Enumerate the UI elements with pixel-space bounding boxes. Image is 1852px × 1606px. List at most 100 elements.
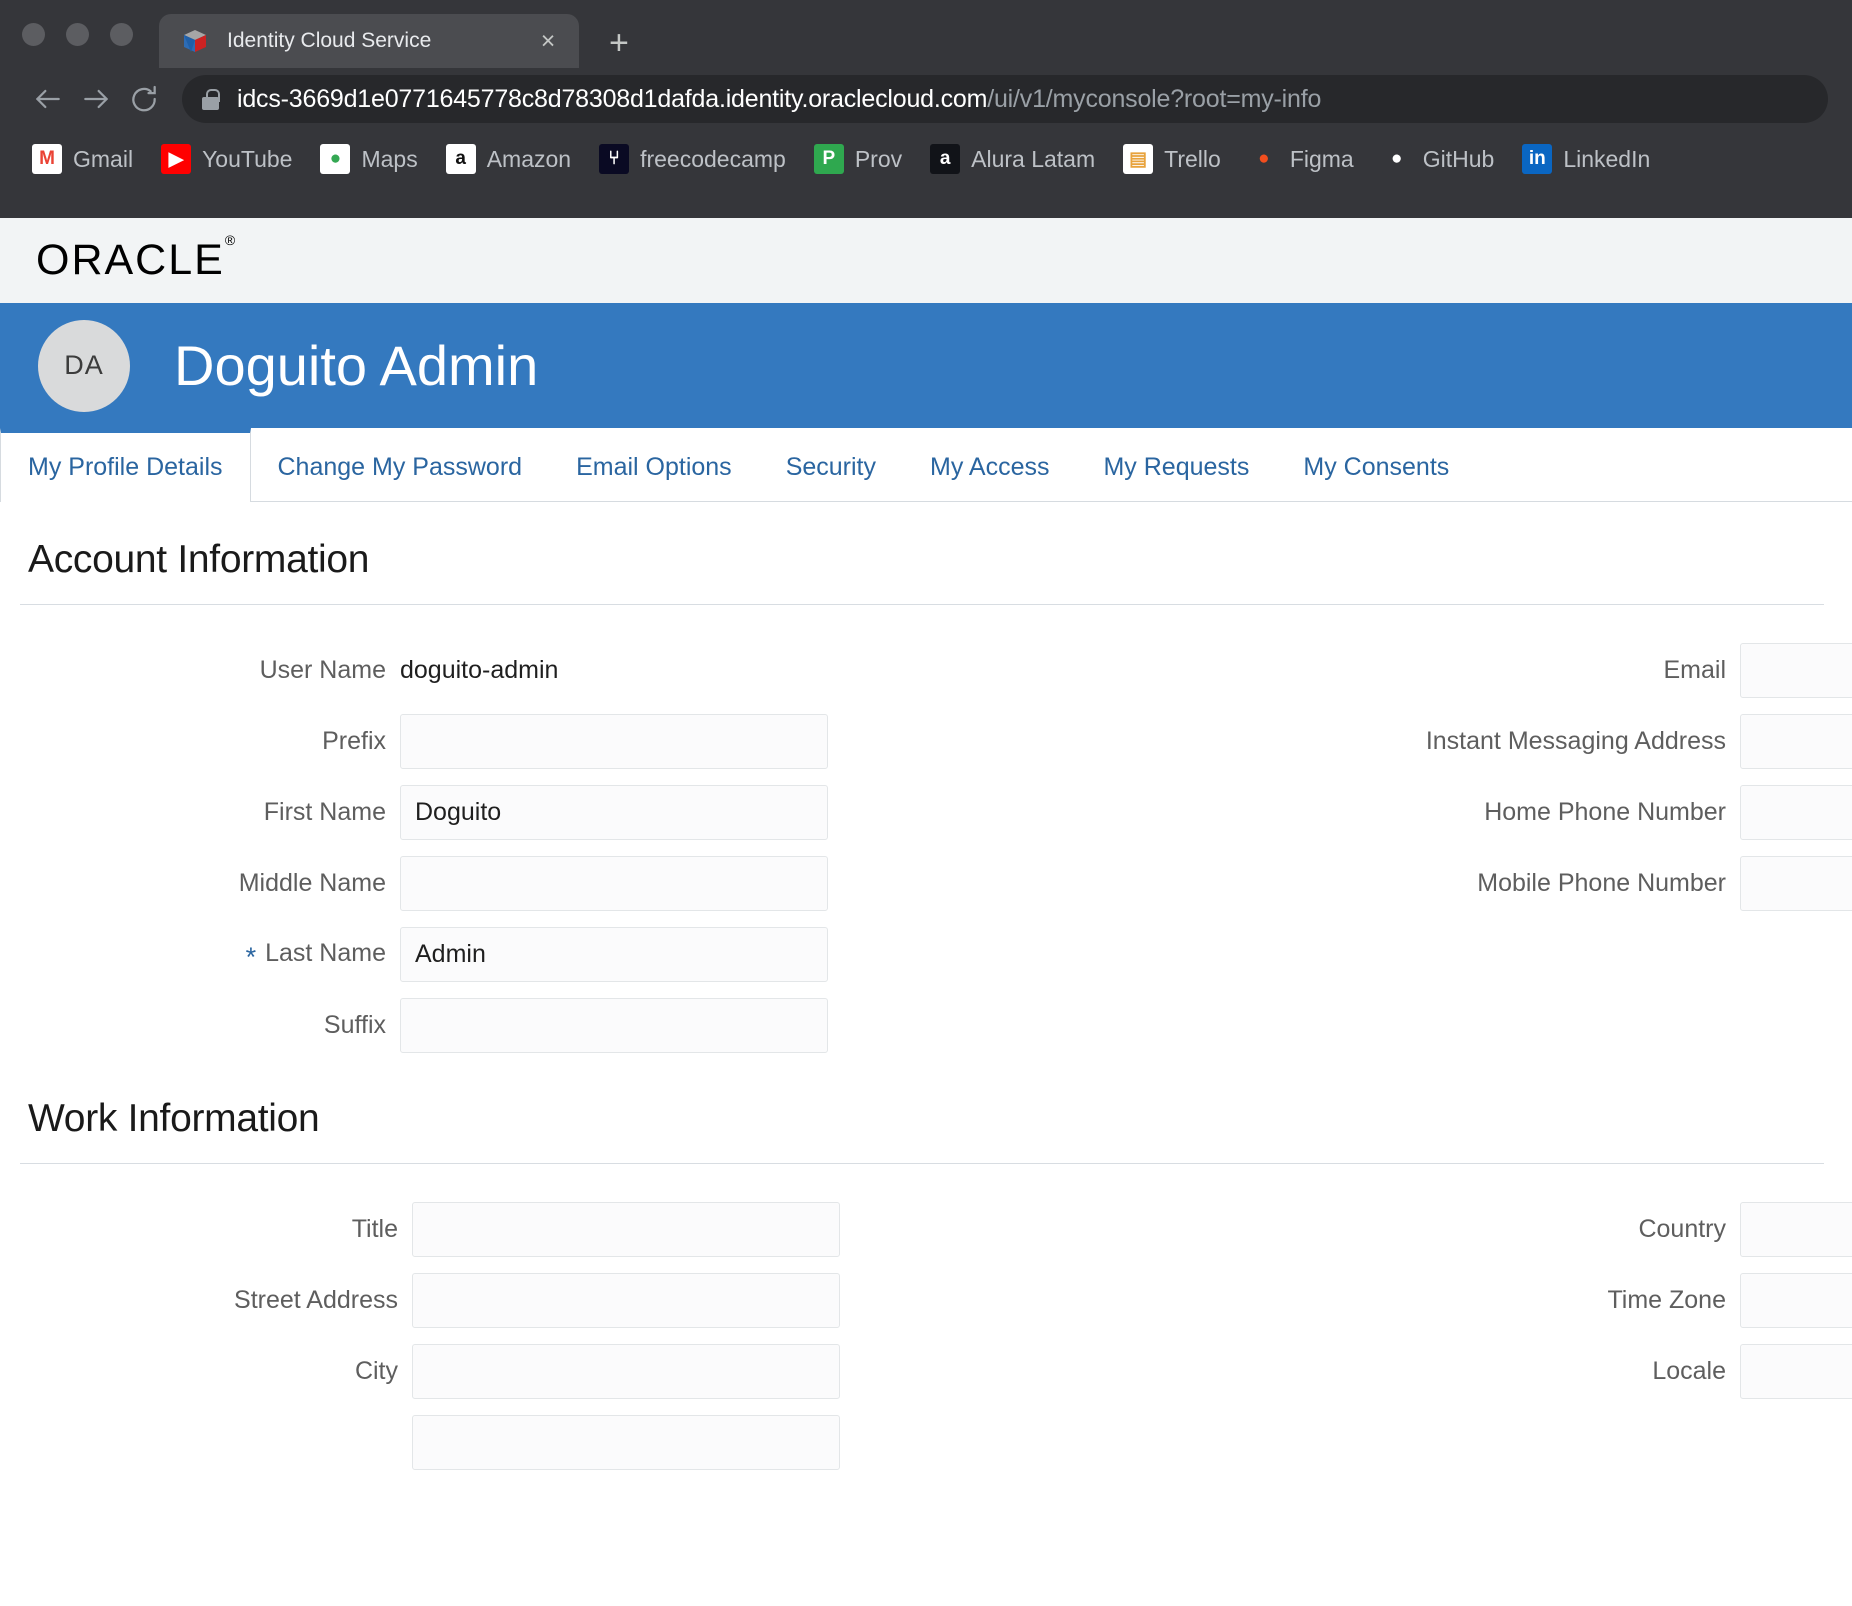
bookmark-youtube[interactable]: ▶ YouTube [147, 137, 306, 181]
field-group: Locale [1576, 1344, 1852, 1399]
input-email[interactable] [1740, 643, 1852, 698]
label-locale: Locale [1652, 1357, 1726, 1385]
input-country[interactable] [1740, 1202, 1852, 1257]
tab-label: Change My Password [277, 452, 523, 481]
tab-label: My Requests [1103, 452, 1250, 481]
label-home-phone-number: Home Phone Number [1484, 798, 1726, 826]
bookmark-trello[interactable]: ▤ Trello [1109, 137, 1235, 181]
bookmark-figma[interactable]: ● Figma [1235, 137, 1368, 181]
bookmark-label: Prov [854, 145, 903, 172]
minimize-window-button[interactable] [66, 22, 89, 46]
bookmark-maps[interactable]: ● Maps [306, 137, 431, 181]
address-bar[interactable]: idcs-3669d1e0771645778c8d78308d1dafda.id… [182, 75, 1828, 123]
value-user-name: doguito-admin [400, 656, 559, 684]
input-field-3[interactable] [412, 1415, 840, 1470]
browser-tab[interactable]: Identity Cloud Service × [159, 14, 579, 68]
form-row-title: Title [0, 1194, 926, 1265]
bookmark-label: GitHub [1422, 145, 1495, 172]
google-maps-icon: ● [320, 144, 351, 174]
bookmark-alura-latam[interactable]: a Alura Latam [916, 137, 1109, 181]
bookmark-label: YouTube [202, 145, 293, 172]
amazon-icon: a [445, 144, 476, 174]
tab-change-my-password[interactable]: Change My Password [251, 428, 550, 501]
form-row-user-name: User Name doguito-admin [0, 635, 926, 706]
profile-tab-bar: My Profile Details Change My Password Emai… [0, 428, 1852, 502]
input-locale[interactable] [1740, 1344, 1852, 1399]
input-home-phone-number[interactable] [1740, 785, 1852, 840]
close-tab-button[interactable]: × [533, 28, 563, 54]
youtube-icon: ▶ [161, 144, 192, 174]
tab-my-profile-details[interactable]: My Profile Details [0, 428, 251, 502]
bookmark-gmail[interactable]: M Gmail [18, 137, 147, 181]
work-left-column: Title Street Address City [0, 1164, 926, 1478]
window-controls [22, 0, 159, 68]
form-row-first-name: First Name [0, 777, 926, 848]
form-row-home-phone-number: Home Phone Number [926, 777, 1852, 848]
bookmark-freecodecamp[interactable]: ⑂ freecodecamp [585, 137, 800, 181]
form-row-city: City [0, 1336, 926, 1407]
account-right-column: Email Instant Messaging Address Home Phone… [926, 605, 1852, 1061]
linkedin-icon: in [1522, 144, 1553, 174]
account-information-heading: Account Information [28, 538, 370, 581]
forward-arrow-icon[interactable] [72, 75, 120, 123]
field-group: Email [1587, 643, 1852, 698]
account-information-form: User Name doguito-admin Prefix First Name Mi… [0, 605, 1852, 1061]
field-group: Home Phone Number [1408, 785, 1852, 840]
form-row-instant-messaging-address: Instant Messaging Address [926, 706, 1852, 777]
tab-my-access[interactable]: My Access [903, 428, 1076, 501]
input-prefix[interactable] [400, 714, 828, 769]
tab-label: My Consents [1303, 452, 1450, 481]
label-instant-messaging-address: Instant Messaging Address [1425, 727, 1726, 755]
bookmark-github[interactable]: ● GitHub [1368, 137, 1509, 181]
url-path: /ui/v1/myconsole?root=my-info [987, 84, 1322, 113]
maximize-window-button[interactable] [110, 22, 133, 46]
input-suffix[interactable] [400, 998, 828, 1053]
work-information-section: Work Information Title Street Address City… [0, 1061, 1852, 1478]
bookmark-label: Maps [361, 145, 418, 172]
reload-icon[interactable] [120, 75, 168, 123]
form-row-suffix: Suffix [0, 990, 926, 1061]
input-middle-name[interactable] [400, 856, 828, 911]
label-street-address: Street Address [234, 1286, 398, 1314]
freecodecamp-icon: ⑂ [599, 144, 630, 174]
form-row-field-3 [0, 1407, 926, 1478]
tab-email-options[interactable]: Email Options [549, 428, 759, 501]
input-time-zone[interactable] [1740, 1273, 1852, 1328]
tab-label: My Profile Details [28, 453, 223, 481]
browser-tab-title: Identity Cloud Service [227, 29, 432, 52]
input-title[interactable] [412, 1202, 840, 1257]
tab-my-requests[interactable]: My Requests [1076, 428, 1276, 501]
prov-icon: P [813, 144, 844, 174]
bookmark-amazon[interactable]: a Amazon [432, 137, 585, 181]
bookmark-label: Trello [1164, 145, 1221, 172]
tab-security[interactable]: Security [759, 428, 903, 501]
input-street-address[interactable] [412, 1273, 840, 1328]
tab-my-consents[interactable]: My Consents [1276, 428, 1476, 501]
label-title: Title [351, 1215, 398, 1243]
input-city[interactable] [412, 1344, 840, 1399]
new-tab-button[interactable]: + [609, 26, 629, 60]
oracle-idcs-page: ORACLE® DA Doguito Admin My Profile Deta… [0, 218, 1852, 1606]
input-first-name[interactable] [400, 785, 828, 840]
url-host: idcs-3669d1e0771645778c8d78308d1dafda.id… [237, 84, 988, 113]
trello-icon: ▤ [1123, 144, 1154, 174]
bookmark-label: Gmail [73, 145, 134, 172]
tab-label: Security [785, 452, 876, 481]
input-last-name[interactable] [400, 927, 828, 982]
bookmark-label: Amazon [486, 145, 572, 172]
field-group: Instant Messaging Address [1350, 714, 1852, 769]
registered-mark: ® [224, 231, 238, 248]
bookmark-linkedin[interactable]: in LinkedIn [1508, 137, 1664, 181]
input-instant-messaging-address[interactable] [1740, 714, 1852, 769]
label-city: City [354, 1357, 398, 1385]
form-row-time-zone: Time Zone [926, 1265, 1852, 1336]
field-group: Mobile Phone Number [1401, 856, 1852, 911]
input-mobile-phone-number[interactable] [1740, 856, 1852, 911]
back-arrow-icon[interactable] [24, 75, 72, 123]
bookmark-prov[interactable]: P Prov [800, 137, 916, 181]
close-window-button[interactable] [22, 22, 45, 46]
label-first-name: First Name [263, 798, 386, 826]
form-row-locale: Locale [926, 1336, 1852, 1407]
figma-icon: ● [1248, 144, 1279, 174]
label-mobile-phone-number: Mobile Phone Number [1477, 869, 1726, 897]
